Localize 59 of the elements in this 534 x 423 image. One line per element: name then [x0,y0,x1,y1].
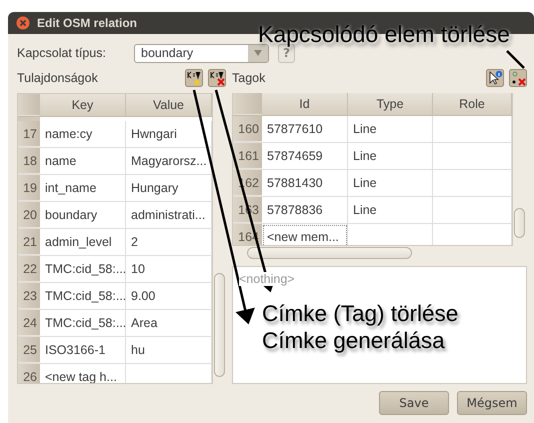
column-header[interactable]: Id [262,93,348,115]
table-cell: 57878836 [262,197,348,223]
table-cell: name [40,148,126,174]
table-cell: Magyarorsz... [126,148,212,174]
row-number: 22 [18,256,40,282]
table-cell: 9.00 [126,283,212,309]
table-cell: admin_level [40,229,126,255]
close-icon[interactable] [16,16,30,30]
table-cell: TMC:cid_58:... [40,283,126,309]
table-cell: TMC:cid_58:... [40,256,126,282]
delete-member-icon[interactable] [509,69,527,87]
table-cell: 57881430 [262,170,348,196]
row-number: 25 [18,337,40,363]
placeholder-text: <nothing> [239,272,295,286]
cancel-button[interactable]: Mégsem [457,391,527,415]
pointer-info-icon[interactable] [486,69,504,87]
row-number: 20 [18,202,40,228]
row-number: 21 [18,229,40,255]
table-cell: Line [348,170,433,196]
row-number: 18 [18,148,40,174]
save-button[interactable]: Save [379,391,449,415]
row-number: 26 [18,364,40,383]
section-label: Tulajdonságok [17,71,98,85]
table-cell: name:cy [40,121,126,147]
leader-line [506,50,525,69]
table-cell: int_name [40,175,126,201]
table-cell: Hungary [126,175,212,201]
column-header[interactable]: Value [126,94,212,116]
table-cell: Line [348,143,433,169]
table-cell: 2 [126,229,212,255]
row-number: 23 [18,283,40,309]
delete-tag-icon[interactable] [208,69,226,87]
annotation-text: Címke generálása [262,328,445,354]
table-cell: Hwngari [126,121,212,147]
row-number: 17 [18,121,40,147]
section-label: Tagok [232,71,266,85]
table-cell: Line [348,197,433,223]
row-number: 160 [233,116,262,142]
table-cell: boundary [40,202,126,228]
table-cell: 10 [126,256,212,282]
row-number: 161 [233,143,262,169]
row-number: 24 [18,310,40,336]
column-header[interactable]: Role [433,93,512,115]
table-cell: administrati... [126,202,212,228]
column-header[interactable]: Type [348,93,433,115]
relation-type-dropdown[interactable]: boundary [134,44,269,62]
window-title: Edit OSM relation [37,16,138,30]
table-cell: 57877610 [262,116,348,142]
table-cell: TMC:cid_58:... [40,310,126,336]
column-header[interactable]: Key [40,94,126,116]
table-cell: Line [348,116,433,142]
table-cell: 57874659 [262,143,348,169]
annotation-text: Címke (Tag) törlése [262,301,458,327]
table-cell: ISO3166-1 [40,337,126,363]
table-cell: hu [126,337,212,363]
add-tag-icon[interactable] [185,69,203,87]
relation-type-label: Kapcsolat típus: [17,46,107,60]
row-number: 19 [18,175,40,201]
table-cell: Area [126,310,212,336]
